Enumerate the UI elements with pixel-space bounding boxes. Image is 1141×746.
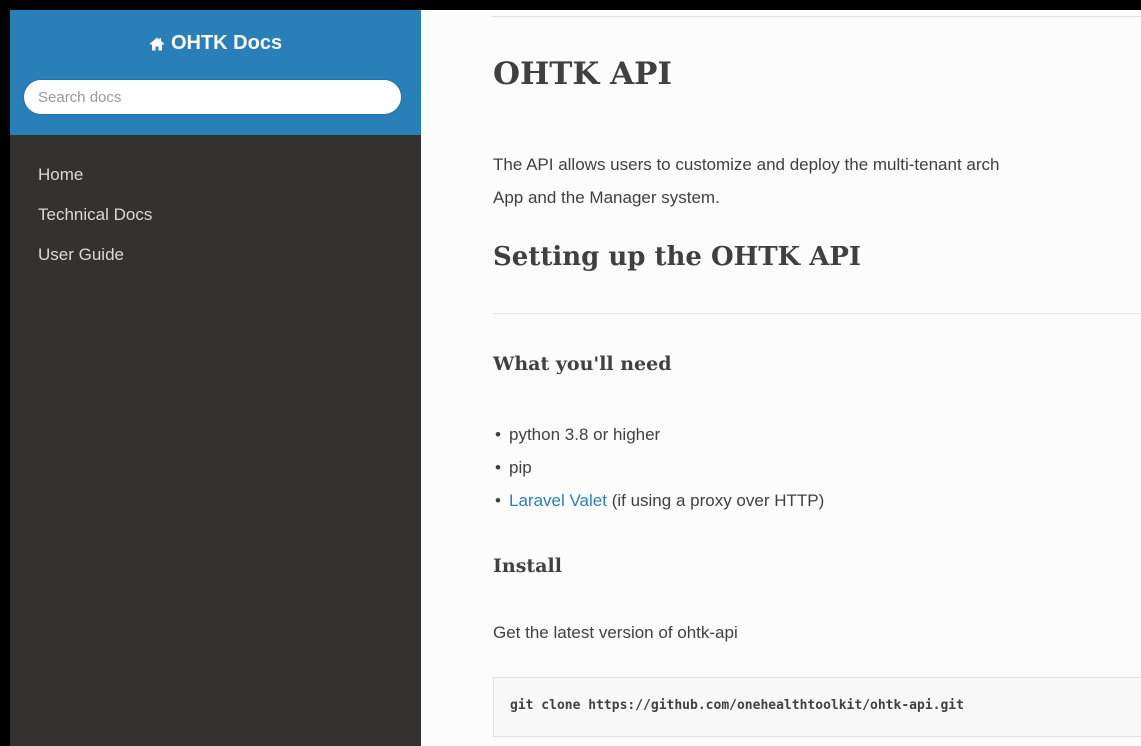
bullet-icon: • [495, 458, 501, 477]
list-item: • Laravel Valet (if using a proxy over HT… [493, 488, 824, 521]
install-heading: Install [493, 555, 562, 577]
requirements-list: • python 3.8 or higher • pip • Laravel Vale… [493, 422, 824, 521]
requirement-python: python 3.8 or higher [509, 425, 661, 444]
sidebar-header: OHTK Docs [10, 10, 421, 135]
brand-link[interactable]: OHTK Docs [149, 32, 282, 55]
requirement-valet-note: (if using a proxy over HTTP) [606, 491, 825, 510]
section-divider [493, 313, 1141, 314]
laravel-valet-link[interactable]: Laravel Valet [509, 491, 607, 510]
sidebar-item-technical-docs[interactable]: Technical Docs [10, 200, 421, 240]
sidebar-item-user-guide[interactable]: User Guide [10, 240, 421, 280]
brand-title: OHTK Docs [170, 32, 283, 54]
home-icon [149, 37, 165, 50]
sidebar: OHTK Docs Home Technical Docs User Guide [10, 10, 421, 746]
bullet-icon: • [495, 491, 501, 510]
intro-line-1: The API allows users to customize and de… [493, 155, 1000, 174]
list-item: • python 3.8 or higher [493, 422, 824, 455]
browser-viewport: OHTK Docs Home Technical Docs User Guide… [10, 10, 1141, 746]
sidebar-nav: Home Technical Docs User Guide [10, 160, 421, 280]
list-item: • pip [493, 455, 824, 488]
top-divider [492, 16, 1141, 17]
page-title: OHTK API [493, 56, 672, 92]
code-block: git clone https://github.com/onehealthto… [493, 677, 1141, 737]
install-paragraph: Get the latest version of ohtk-api [493, 623, 738, 642]
section-heading-setup: Setting up the OHTK API [493, 242, 862, 272]
sidebar-item-home[interactable]: Home [10, 160, 421, 200]
search-input[interactable] [23, 79, 402, 115]
bullet-icon: • [495, 425, 501, 444]
requirements-heading: What you'll need [493, 353, 672, 375]
requirement-pip: pip [509, 458, 532, 477]
install-command: git clone https://github.com/onehealthto… [510, 698, 964, 713]
main-content: OHTK API The API allows users to customi… [421, 10, 1141, 746]
intro-paragraph: The API allows users to customize and de… [493, 148, 1141, 214]
intro-line-2: App and the Manager system. [493, 188, 720, 207]
